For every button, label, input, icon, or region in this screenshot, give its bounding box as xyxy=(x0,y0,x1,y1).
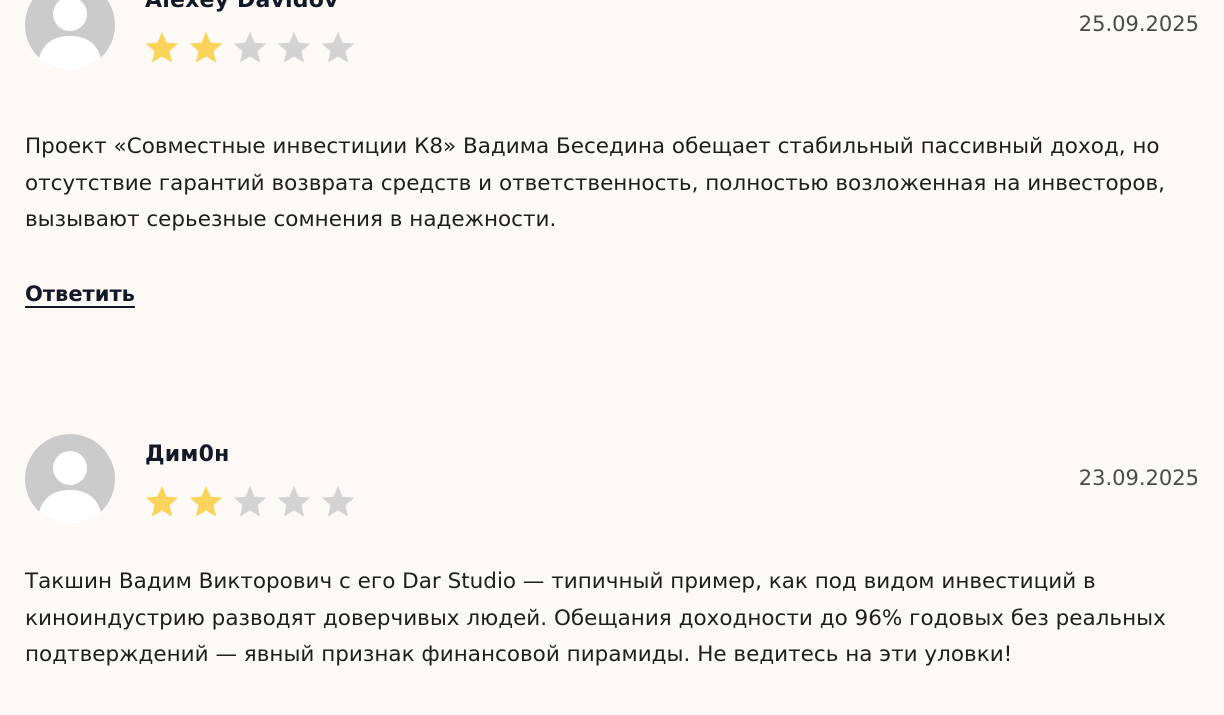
user-placeholder-icon xyxy=(25,434,115,524)
star-empty-icon xyxy=(321,31,355,63)
star-empty-icon xyxy=(321,485,355,517)
reply-link[interactable]: Ответить xyxy=(25,282,135,306)
star-empty-icon xyxy=(233,485,267,517)
review-text: Такшин Вадим Викторович с его Dar Studio… xyxy=(25,569,1166,667)
review-date: 23.09.2025 xyxy=(1078,466,1199,490)
star-empty-icon xyxy=(277,485,311,517)
star-empty-icon xyxy=(233,31,267,63)
star-rating xyxy=(143,29,357,67)
review-date: 25.09.2025 xyxy=(1078,12,1199,36)
user-placeholder-icon xyxy=(25,0,115,70)
star-filled-icon xyxy=(145,485,179,517)
review-author: Alexey Davidov xyxy=(145,0,339,13)
star-rating xyxy=(143,483,357,521)
review-author: Дим0н xyxy=(145,442,230,467)
star-filled-icon xyxy=(189,485,223,517)
star-filled-icon xyxy=(145,31,179,63)
star-empty-icon xyxy=(277,31,311,63)
star-filled-icon xyxy=(189,31,223,63)
review-text: Проект «Совместные инвестиции К8» Вадима… xyxy=(25,134,1165,232)
